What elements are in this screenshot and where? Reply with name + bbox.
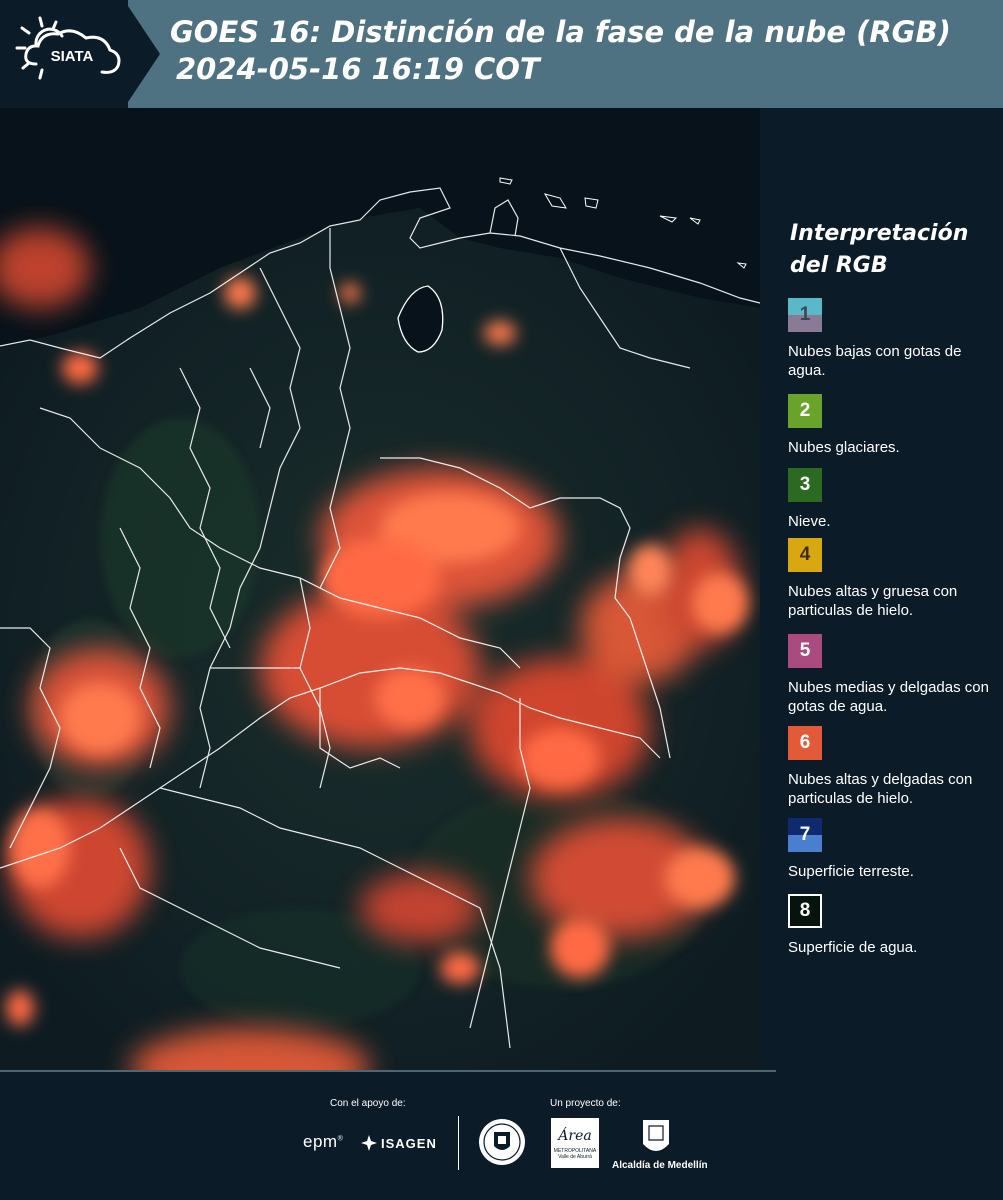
support-label: Con el apoyo de: — [330, 1098, 406, 1109]
amva-logo-line-3: Valle de Aburrá — [558, 1154, 592, 1160]
isagen-logo: ISAGEN — [360, 1134, 437, 1152]
legend-number-6: 6 — [799, 732, 811, 753]
header-bar: SIATA GOES 16: Distinción de la fase de … — [0, 0, 1003, 108]
alcaldia-shield-icon — [643, 1120, 669, 1151]
legend-item-1: 1 Nubes bajas con gotas de agua. — [788, 298, 998, 380]
logo-arrow-shape — [124, 0, 160, 108]
satellite-rgb-image — [0, 108, 760, 1070]
alcaldia-label: Alcaldía de Medellín — [612, 1160, 708, 1171]
legend-label-2: Nubes glaciares. — [788, 439, 900, 456]
seal-logo — [479, 1119, 525, 1165]
epm-logo: epm® — [303, 1132, 344, 1151]
legend-title: Interpretación del RGB — [790, 218, 968, 282]
legend-item-8: 8 Superficie de agua. — [788, 894, 998, 957]
legend-number-4: 4 — [799, 544, 811, 565]
legend-swatch-4: 4 — [788, 538, 822, 572]
legend-label-1: Nubes bajas con gotas de agua. — [788, 343, 962, 379]
footer-divider-line — [0, 1070, 776, 1072]
siata-logo: SIATA — [15, 16, 121, 80]
legend-number-1: 1 — [799, 304, 811, 325]
legend-item-6: 6 Nubes altas y delgadas con particulas … — [788, 726, 998, 808]
isagen-icon — [361, 1135, 377, 1151]
legend-swatch-7: 7 — [788, 818, 822, 852]
epm-logo-text: epm — [303, 1132, 338, 1151]
legend-number-7: 7 — [799, 824, 811, 845]
footer: Con el apoyo de: Un proyecto de: epm® IS… — [0, 1070, 1003, 1200]
legend-label-7: Superficie terreste. — [788, 863, 914, 880]
legend-swatch-3: 3 — [788, 468, 822, 502]
legend-number-8: 8 — [799, 900, 811, 921]
legend-number-3: 3 — [799, 474, 811, 495]
legend-swatch-8: 8 — [788, 894, 822, 928]
legend-item-3: 3 Nieve. — [788, 468, 998, 531]
legend-number-5: 5 — [799, 640, 811, 661]
legend-item-2: 2 Nubes glaciares. — [788, 394, 998, 457]
legend-swatch-1: 1 — [788, 298, 822, 332]
legend-panel: Interpretación del RGB 1 Nubes bajas con… — [762, 108, 1003, 1070]
legend-label-5: Nubes medias y delgadas con gotas de agu… — [788, 679, 989, 715]
legend-number-2: 2 — [799, 400, 811, 421]
legend-swatch-2: 2 — [788, 394, 822, 428]
legend-swatch-6: 6 — [788, 726, 822, 760]
siata-logo-text: SIATA — [51, 48, 94, 65]
legend-title-line-2: del RGB — [790, 253, 888, 278]
title-line-2: 2024-05-16 16:19 COT — [176, 52, 540, 86]
footer-vertical-divider — [458, 1116, 459, 1170]
satellite-map — [0, 108, 760, 1070]
title-line-1: GOES 16: Distinción de la fase de la nub… — [170, 15, 951, 49]
legend-swatch-5: 5 — [788, 634, 822, 668]
legend-item-4: 4 Nubes altas y gruesa con particulas de… — [788, 538, 998, 620]
legend-item-7: 7 Superficie terreste. — [788, 818, 998, 881]
isagen-logo-text: ISAGEN — [381, 1135, 437, 1151]
legend-label-6: Nubes altas y delgadas con particulas de… — [788, 771, 973, 807]
amva-logo-word: Área — [558, 1128, 592, 1144]
page-title: GOES 16: Distinción de la fase de la nub… — [170, 14, 951, 88]
legend-item-5: 5 Nubes medias y delgadas con gotas de a… — [788, 634, 998, 716]
legend-title-line-1: Interpretación — [790, 221, 969, 246]
legend-label-8: Superficie de agua. — [788, 939, 918, 956]
project-label: Un proyecto de: — [550, 1098, 621, 1109]
area-metropolitana-logo: Área METROPOLITANA Valle de Aburrá — [551, 1118, 599, 1168]
legend-label-4: Nubes altas y gruesa con particulas de h… — [788, 583, 958, 619]
legend-label-3: Nieve. — [788, 513, 831, 530]
